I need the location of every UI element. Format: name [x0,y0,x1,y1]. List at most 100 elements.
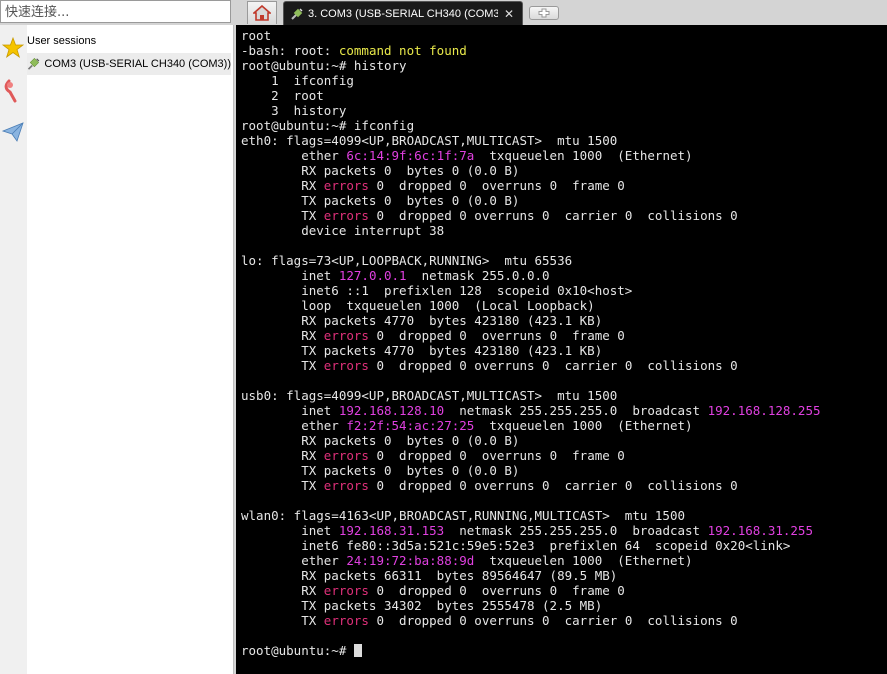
user-sessions-star-icon[interactable] [1,36,25,60]
terminal-text: txqueuelen 1000 (Ethernet) [474,148,693,163]
terminal-line: RX packets 66311 bytes 89564647 (89.5 MB… [241,568,821,583]
session-item-label: COM3 (USB-SERIAL CH340 (COM3)) [44,58,231,70]
terminal-text: ether [241,418,347,433]
terminal-text: 0 dropped 0 overruns 0 frame 0 [368,583,625,598]
terminal-text: command not found [338,43,467,58]
terminal-text: root@ubuntu:~# [241,643,354,658]
terminal-text: 2 root [241,88,324,103]
terminal-output: root -bash: root: command not found root@u… [241,28,821,658]
terminal-line: RX packets 0 bytes 0 (0.0 B) [241,163,821,178]
terminal-text: RX packets 0 bytes 0 (0.0 B) [241,433,520,448]
terminal-line: eth0: flags=4099<UP,BROADCAST,MULTICAST>… [241,133,821,148]
quick-connect-input[interactable] [1,2,230,23]
terminal-text: TX [241,358,324,373]
left-sidebar [0,25,28,674]
terminal-text: RX packets 4770 bytes 423180 (423.1 KB) [241,313,603,328]
terminal-line: RX errors 0 dropped 0 overruns 0 frame 0 [241,583,821,598]
terminal-text: errors [323,448,369,463]
terminal-text: inet [241,268,339,283]
terminal-text: 0 dropped 0 overruns 0 carrier 0 collisi… [368,478,738,493]
terminal-text: f2:2f:54:ac:27:25 [346,418,475,433]
terminal-text: netmask 255.255.255.0 broadcast [444,403,708,418]
terminal-text: TX packets 0 bytes 0 (0.0 B) [241,193,520,208]
terminal-line: 3 history [241,103,821,118]
new-tab-button[interactable] [529,6,559,20]
terminal-text: errors [323,178,369,193]
terminal-text: 0 dropped 0 overruns 0 carrier 0 collisi… [368,208,738,223]
send-icon[interactable] [1,120,25,144]
terminal-line: TX packets 4770 bytes 423180 (423.1 KB) [241,343,821,358]
terminal-text: inet [241,403,339,418]
home-icon [253,5,271,21]
terminal-text: inet6 fe80::3d5a:521c:59e5:52e3 prefixle… [241,538,791,553]
terminal-line: inet 192.168.128.10 netmask 255.255.255.… [241,403,821,418]
terminal-line: TX packets 0 bytes 0 (0.0 B) [241,193,821,208]
serial-plug-icon [291,7,303,20]
terminal-line: RX errors 0 dropped 0 overruns 0 frame 0 [241,328,821,343]
home-tab[interactable] [247,1,277,24]
sessions-panel: User sessions COM3 (USB-SERIAL CH340 (CO… [27,25,233,674]
terminal-text: -bash: root: [241,43,339,58]
terminal-text: TX [241,613,324,628]
session-item-com3[interactable]: COM3 (USB-SERIAL CH340 (COM3)) [27,53,231,75]
terminal-text: 0 dropped 0 overruns 0 frame 0 [368,328,625,343]
terminal-text: root@ubuntu:~# history [241,58,407,73]
terminal-line: TX errors 0 dropped 0 overruns 0 carrier… [241,613,821,628]
terminal-text: ether [241,553,347,568]
sessions-title: User sessions [27,35,97,47]
tools-icon[interactable] [1,79,25,103]
terminal-line: TX errors 0 dropped 0 overruns 0 carrier… [241,358,821,373]
terminal-line: wlan0: flags=4163<UP,BROADCAST,RUNNING,M… [241,508,821,523]
terminal-line: lo: flags=73<UP,LOOPBACK,RUNNING> mtu 65… [241,253,821,268]
terminal-text: root@ubuntu:~# ifconfig [241,118,415,133]
terminal-line: RX packets 4770 bytes 423180 (423.1 KB) [241,313,821,328]
terminal-text: 24:19:72:ba:88:9d [346,553,475,568]
terminal-text: 1 ifconfig [241,73,354,88]
terminal-line: 2 root [241,88,821,103]
terminal-line: root@ubuntu:~# [241,643,821,658]
serial-plug-icon [27,57,40,70]
terminal-text: errors [323,358,369,373]
terminal-window[interactable]: root -bash: root: command not found root@u… [236,25,887,674]
terminal-line: TX errors 0 dropped 0 overruns 0 carrier… [241,208,821,223]
terminal-text: txqueuelen 1000 (Ethernet) [474,418,693,433]
plus-icon [538,8,550,18]
terminal-text: RX packets 0 bytes 0 (0.0 B) [241,163,520,178]
terminal-line: root@ubuntu:~# ifconfig [241,118,821,133]
terminal-text: txqueuelen 1000 (Ethernet) [474,553,693,568]
terminal-text: RX packets 66311 bytes 89564647 (89.5 MB… [241,568,618,583]
terminal-line: inet6 fe80::3d5a:521c:59e5:52e3 prefixle… [241,538,821,553]
terminal-text: 192.168.31.255 [707,523,813,538]
terminal-text: RX [241,178,324,193]
terminal-text: root [241,28,272,43]
tab-bar: 3. COM3 (USB-SERIAL CH340 (COM3)) ✕ [233,0,887,25]
terminal-text: usb0: flags=4099<UP,BROADCAST,MULTICAST>… [241,388,618,403]
terminal-text: device interrupt 38 [241,223,445,238]
terminal-text: TX [241,478,324,493]
terminal-text: TX packets 34302 bytes 2555478 (2.5 MB) [241,598,603,613]
terminal-line: inet 127.0.0.1 netmask 255.0.0.0 [241,268,821,283]
terminal-text: errors [323,478,369,493]
terminal-text: 192.168.128.255 [707,403,821,418]
terminal-text: ether [241,148,347,163]
terminal-line: ether 24:19:72:ba:88:9d txqueuelen 1000 … [241,553,821,568]
terminal-line: device interrupt 38 [241,223,821,238]
terminal-text: 0 dropped 0 overruns 0 frame 0 [368,178,625,193]
terminal-text: inet6 ::1 prefixlen 128 scopeid 0x10<hos… [241,283,633,298]
close-tab-icon[interactable]: ✕ [502,7,516,21]
tab-com3[interactable]: 3. COM3 (USB-SERIAL CH340 (COM3)) ✕ [283,1,523,25]
quick-connect-search[interactable] [0,0,231,23]
terminal-line: root [241,28,821,43]
terminal-line: root@ubuntu:~# history [241,58,821,73]
terminal-line: 1 ifconfig [241,73,821,88]
terminal-text: inet [241,523,339,538]
terminal-line: TX errors 0 dropped 0 overruns 0 carrier… [241,478,821,493]
terminal-text: 127.0.0.1 [338,268,407,283]
terminal-text: netmask 255.255.255.0 broadcast [444,523,708,538]
terminal-line: RX errors 0 dropped 0 overruns 0 frame 0 [241,448,821,463]
terminal-text: TX packets 4770 bytes 423180 (423.1 KB) [241,343,603,358]
terminal-text: loop txqueuelen 1000 (Local Loopback) [241,298,595,313]
